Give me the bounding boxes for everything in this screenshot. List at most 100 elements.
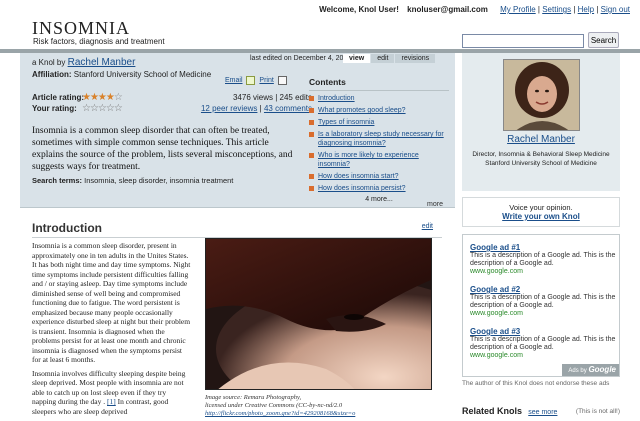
ad-url[interactable]: www.google.com [470, 352, 618, 359]
bullet-icon [309, 120, 314, 125]
byline-prefix: a Knol by [32, 58, 66, 67]
tab-view[interactable]: view [343, 54, 371, 63]
sleeping-person-image [206, 239, 431, 389]
bullet-icon [309, 174, 314, 179]
search-terms-value: Insomnia, sleep disorder, insomnia treat… [84, 176, 234, 185]
article-rating-stars: ★★★★☆ [82, 92, 123, 103]
ad-title[interactable]: Google ad #2 [470, 285, 618, 294]
edits-count: 245 edits [279, 93, 312, 102]
search-input[interactable] [462, 34, 584, 48]
section-text: Insomnia is a common sleep disorder, pre… [32, 241, 192, 420]
bullet-icon [309, 108, 314, 113]
ad-title[interactable]: Google ad #3 [470, 327, 618, 336]
ad-item[interactable]: Google ad #3 This is a description of a … [470, 327, 618, 359]
toc-item[interactable]: How does insomnia start? [309, 172, 449, 181]
write-knol-link[interactable]: Write your own Knol [463, 212, 619, 221]
article-meta-panel: a Knol by Rachel Manber Affiliation: Sta… [20, 53, 455, 208]
review-comment-stats: 12 peer reviews | 43 comments [200, 104, 312, 113]
paragraph: Insomnia is a common sleep disorder, pre… [32, 241, 191, 364]
see-more-link[interactable]: see more [528, 409, 557, 416]
my-profile-link[interactable]: My Profile [500, 5, 536, 14]
article-body: Introduction edit Insomnia is a common s… [20, 208, 455, 421]
article-rating-row: Article rating: ★★★★☆ 3476 views | 245 e… [32, 92, 312, 104]
citation-link[interactable]: [1] [107, 397, 116, 406]
author-title: Director, Insomnia & Behavioral Sleep Me… [472, 151, 610, 167]
meta-more-link[interactable]: more [427, 201, 443, 208]
author-link[interactable]: Rachel Manber [68, 57, 136, 68]
toc-item[interactable]: Introduction [309, 94, 449, 103]
section-edit-link[interactable]: edit [422, 223, 433, 230]
tab-edit[interactable]: edit [371, 54, 395, 63]
site-brand-title: INSOMNIA [32, 18, 130, 38]
your-rating-label: Your rating: [32, 104, 77, 113]
site-tagline: Risk factors, diagnosis and treatment [33, 37, 165, 46]
print-link[interactable]: Print [259, 77, 273, 84]
ad-url[interactable]: www.google.com [470, 310, 618, 317]
voice-text: Voice your opinion. [509, 203, 573, 212]
search-button[interactable]: Search [588, 32, 619, 48]
ad-item[interactable]: Google ad #1 This is a description of a … [470, 243, 618, 275]
your-rating-row: Your rating: ☆☆☆☆☆ 12 peer reviews | 43 … [32, 103, 312, 115]
related-note: (This is not all!) [575, 408, 620, 415]
article-rating-label: Article rating: [32, 93, 85, 102]
user-nav: Welcome, Knol User! knoluser@gmail.com M… [319, 5, 630, 14]
bullet-icon [309, 132, 314, 137]
email-link[interactable]: Email [225, 77, 243, 84]
sign-out-link[interactable]: Sign out [601, 5, 630, 14]
write-knol-box: Voice your opinion. Write your own Knol [462, 197, 620, 227]
top-header: INSOMNIA Risk factors, diagnosis and tre… [0, 0, 640, 50]
ad-title[interactable]: Google ad #1 [470, 243, 618, 252]
article-photo[interactable] [205, 238, 432, 390]
comments-link[interactable]: 43 comments [264, 104, 312, 113]
peer-reviews-link[interactable]: 12 peer reviews [201, 104, 257, 113]
ad-description: This is a description of a Google ad. Th… [470, 294, 616, 309]
ads-box: Google ad #1 This is a description of a … [462, 234, 620, 377]
article-actions: Email Print [225, 76, 289, 85]
bullet-icon [309, 153, 314, 158]
settings-link[interactable]: Settings [542, 5, 571, 14]
author-card: Rachel Manber Director, Insomnia & Behav… [462, 53, 620, 191]
your-rating-stars[interactable]: ☆☆☆☆☆ [82, 103, 123, 114]
author-portrait [504, 60, 579, 130]
author-name-link[interactable]: Rachel Manber [462, 134, 620, 145]
user-email: knoluser@gmail.com [407, 5, 488, 14]
ad-description: This is a description of a Google ad. Th… [470, 336, 616, 351]
ads-disclaimer: The author of this Knol does not endorse… [462, 380, 610, 387]
ratings-block: Article rating: ★★★★☆ 3476 views | 245 e… [32, 92, 312, 115]
view-tabs: view edit revisions [343, 53, 436, 63]
related-title: Related Knols [462, 406, 523, 416]
image-source-link[interactable]: http://flickr.com/photo_zoom.gne?id=4292… [205, 410, 445, 418]
affiliation-value: Stanford University School of Medicine [73, 70, 212, 79]
contents-title: Contents [309, 77, 449, 91]
ad-url[interactable]: www.google.com [470, 268, 618, 275]
search-terms: Search terms: Insomnia, sleep disorder, … [32, 176, 233, 185]
paragraph: Insomnia involves difficulty sleeping de… [32, 368, 186, 416]
search-terms-label: Search terms: [32, 176, 83, 185]
article-summary: Insomnia is a common sleep disorder that… [32, 126, 293, 172]
email-icon[interactable] [246, 76, 256, 85]
welcome-text: Welcome, Knol User! [319, 5, 399, 14]
section-title: Introduction [32, 221, 102, 235]
ad-description: This is a description of a Google ad. Th… [470, 252, 616, 267]
toc-item[interactable]: How does insomnia persist? [309, 184, 449, 193]
related-knols: Related Knols see more (This is not all!… [462, 406, 620, 416]
bullet-icon [309, 96, 314, 101]
view-edit-stats: 3476 views | 245 edits [232, 93, 312, 102]
help-link[interactable]: Help [578, 5, 594, 14]
toc-item[interactable]: Who is more likely to experience insomni… [309, 151, 449, 169]
affiliation-label: Affiliation: [32, 70, 72, 79]
table-of-contents: Contents Introduction What promotes good… [309, 77, 449, 203]
bullet-icon [309, 186, 314, 191]
photo-caption: Image source: Remaru Photography, licens… [205, 394, 445, 418]
toc-item[interactable]: What promotes good sleep? [309, 106, 449, 115]
author-photo[interactable] [503, 59, 580, 131]
tab-revisions[interactable]: revisions [395, 54, 436, 63]
print-icon[interactable] [277, 76, 287, 85]
right-sidebar: Rachel Manber Director, Insomnia & Behav… [462, 53, 620, 421]
ads-by-google-badge[interactable]: Ads by Google [562, 364, 619, 376]
toc-item[interactable]: Types of insomnia [309, 118, 449, 127]
ad-item[interactable]: Google ad #2 This is a description of a … [470, 285, 618, 317]
views-count: 3476 views [232, 93, 273, 102]
toc-item[interactable]: Is a laboratory sleep study necessary fo… [309, 130, 449, 148]
last-edited: last edited on December 4, 2007 [250, 55, 352, 62]
